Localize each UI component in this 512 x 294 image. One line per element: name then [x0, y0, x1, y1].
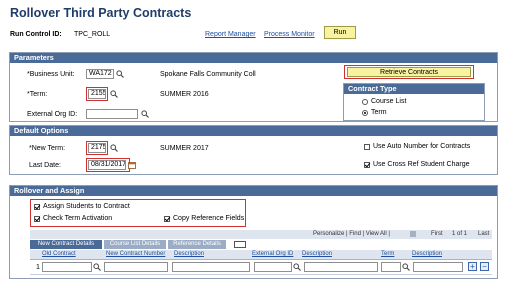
external-org-grid-input[interactable] — [254, 262, 292, 272]
search-icon[interactable] — [141, 110, 149, 118]
grid-toolbar — [30, 230, 492, 239]
term-grid-input[interactable] — [381, 262, 401, 272]
delete-row-icon[interactable]: − — [480, 262, 489, 271]
row-number: 1 — [36, 264, 40, 271]
new-term-input[interactable]: 2175 — [88, 143, 106, 153]
default-options-header: Default Options — [10, 126, 497, 136]
report-manager-link[interactable]: Report Manager — [205, 31, 256, 38]
parameters-header: Parameters — [10, 53, 497, 63]
new-term-description: SUMMER 2017 — [160, 145, 209, 152]
course-list-radio[interactable]: Course List — [362, 98, 406, 105]
checkbox-checked[interactable] — [164, 215, 170, 222]
description-input[interactable] — [172, 262, 250, 272]
business-unit-input[interactable]: WA172 — [86, 69, 114, 79]
auto-number-label: Use Auto Number for Contracts — [373, 143, 471, 150]
external-org-input[interactable] — [86, 109, 138, 119]
course-list-label: Course List — [371, 98, 407, 105]
col-old-contract[interactable]: Old Contract — [42, 251, 76, 257]
term-description: SUMMER 2016 — [160, 91, 209, 98]
checkbox-checked[interactable] — [34, 215, 40, 222]
show-all-columns-icon[interactable] — [234, 241, 246, 248]
copy-reference-checkbox[interactable]: Copy Reference Fields — [164, 215, 244, 222]
business-unit-description: Spokane Falls Community Coll — [160, 71, 256, 78]
assign-students-label: Assign Students to Contract — [43, 203, 130, 210]
rollover-header: Rollover and Assign — [10, 186, 497, 196]
col-description-2[interactable]: Description — [302, 251, 332, 257]
check-term-label: Check Term Activation — [43, 215, 113, 222]
cross-ref-label: Use Cross Ref Student Charge — [373, 161, 470, 168]
description-3-input[interactable] — [413, 262, 463, 272]
grid-last[interactable]: Last — [478, 231, 489, 237]
cross-ref-checkbox[interactable]: Use Cross Ref Student Charge — [364, 161, 470, 168]
search-icon[interactable] — [110, 144, 118, 152]
check-term-checkbox[interactable]: Check Term Activation — [34, 215, 112, 222]
download-icon[interactable] — [410, 231, 416, 237]
tab-new-contract-details[interactable]: New Contract Details — [30, 240, 102, 249]
grid-first[interactable]: First — [431, 231, 443, 237]
term-radio-label: Term — [371, 109, 387, 116]
search-icon[interactable] — [93, 263, 101, 271]
term-label: *Term: — [27, 91, 48, 98]
col-external-org-id[interactable]: External Org ID — [252, 251, 293, 257]
term-input[interactable]: 2155 — [88, 89, 106, 99]
col-term[interactable]: Term — [381, 251, 394, 257]
grid-range: 1 of 1 — [452, 231, 468, 237]
auto-number-checkbox[interactable]: Use Auto Number for Contracts — [364, 143, 470, 150]
col-description-3[interactable]: Description — [412, 251, 442, 257]
process-monitor-link[interactable]: Process Monitor — [264, 31, 315, 38]
grid-toolbar-links[interactable]: Personalize | Find | View All | — [313, 231, 390, 237]
description-2-input[interactable] — [304, 262, 378, 272]
run-control-label: Run Control ID: — [10, 31, 62, 38]
col-new-contract-number[interactable]: New Contract Number — [106, 251, 165, 257]
search-icon[interactable] — [110, 90, 118, 98]
run-control-value: TPC_ROLL — [74, 31, 111, 38]
new-contract-input[interactable] — [104, 262, 168, 272]
last-date-label: Last Date: — [29, 162, 61, 169]
business-unit-label: *Business Unit: — [27, 71, 75, 78]
last-date-input[interactable]: 08/31/2017 — [88, 160, 126, 170]
tab-reference-details[interactable]: Reference Details — [168, 240, 226, 249]
copy-reference-label: Copy Reference Fields — [173, 215, 245, 222]
contract-type-header: Contract Type — [344, 84, 484, 94]
term-radio[interactable]: Term — [362, 109, 387, 116]
external-org-label: External Org ID: — [27, 111, 78, 118]
tab-course-list-details[interactable]: Course List Details — [104, 240, 166, 249]
search-icon[interactable] — [293, 263, 301, 271]
radio-button-selected[interactable] — [362, 109, 368, 116]
checkbox[interactable] — [364, 143, 370, 150]
retrieve-contracts-button[interactable]: Retrieve Contracts — [347, 67, 471, 77]
col-description[interactable]: Description — [174, 251, 204, 257]
checkbox-checked[interactable] — [364, 161, 370, 168]
calendar-icon[interactable] — [128, 161, 136, 169]
run-button[interactable]: Run — [324, 26, 356, 39]
search-icon[interactable] — [402, 263, 410, 271]
search-icon[interactable] — [116, 70, 124, 78]
page-title: Rollover Third Party Contracts — [10, 6, 192, 20]
add-row-icon[interactable]: + — [468, 262, 477, 271]
radio-button[interactable] — [362, 98, 368, 105]
old-contract-input[interactable] — [42, 262, 92, 272]
new-term-label: *New Term: — [29, 145, 66, 152]
assign-students-checkbox[interactable]: Assign Students to Contract — [34, 203, 130, 210]
checkbox-checked[interactable] — [34, 203, 40, 210]
